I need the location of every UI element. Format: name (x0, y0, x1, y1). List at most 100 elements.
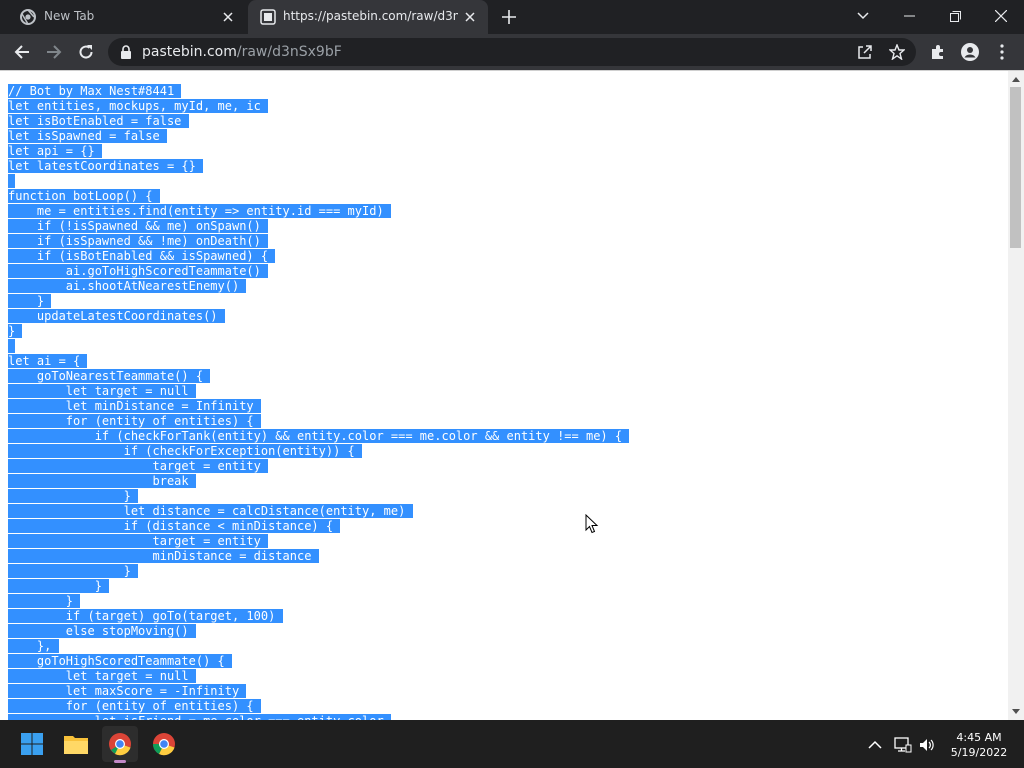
code-line: } (8, 324, 629, 339)
close-window-button[interactable] (978, 0, 1024, 32)
code-line-text: } (8, 579, 110, 593)
code-line: for (entity of entities) { (8, 699, 629, 714)
close-icon (995, 10, 1007, 22)
code-line-text: let entities, mockups, myId, me, ic (8, 99, 269, 113)
url-text: pastebin.com/raw/d3nSx9bF (142, 44, 342, 60)
browser-toolbar: pastebin.com/raw/d3nSx9bF (0, 34, 1024, 70)
code-line: let api = {} (8, 144, 629, 159)
code-line: } (8, 579, 629, 594)
code-line-text: if (checkForTank(entity) && entity.color… (8, 429, 630, 443)
reload-icon (79, 45, 93, 59)
arrow-left-icon (14, 45, 29, 59)
code-line: } (8, 594, 629, 609)
code-line-text: let target = null (8, 669, 196, 683)
code-line-text: let target = null (8, 384, 196, 398)
forward-button[interactable] (40, 38, 68, 66)
code-line-text: ai.goToHighScoredTeammate() (8, 264, 269, 278)
tab-strip: New Tab https://pastebin.com/raw/d3nSx9b… (0, 0, 1024, 34)
tab-pastebin[interactable]: https://pastebin.com/raw/d3nSx9bF (248, 0, 488, 34)
windows-start-icon (21, 733, 43, 755)
code-line-text: let minDistance = Infinity (8, 399, 261, 413)
tab-title: https://pastebin.com/raw/d3nSx9bF (283, 9, 458, 23)
code-line: ai.goToHighScoredTeammate() (8, 264, 629, 279)
page-icon (260, 9, 276, 25)
page-content[interactable]: // Bot by Max Nest#8441 let entities, mo… (0, 71, 1008, 720)
back-button[interactable] (8, 38, 36, 66)
start-button[interactable] (14, 726, 50, 762)
reload-button[interactable] (72, 38, 100, 66)
code-line: break (8, 474, 629, 489)
code-line: } (8, 489, 629, 504)
code-line-text: ai.shootAtNearestEnemy() (8, 279, 247, 293)
system-clock[interactable]: 4:45 AM 5/19/2022 (946, 730, 1012, 760)
code-line-text: function botLoop() { (8, 189, 160, 203)
lock-icon[interactable] (120, 45, 132, 59)
code-line: // Bot by Max Nest#8441 (8, 84, 629, 99)
tab-new-tab[interactable]: New Tab (0, 0, 248, 34)
code-line: if (target) goTo(target, 100) (8, 609, 629, 624)
code-block[interactable]: // Bot by Max Nest#8441 let entities, mo… (8, 84, 630, 720)
chevron-down-icon (857, 12, 869, 20)
chrome-icon (152, 733, 175, 756)
code-line: updateLatestCoordinates() (8, 309, 629, 324)
chevron-up-icon[interactable] (866, 736, 884, 754)
close-tab-icon[interactable] (218, 7, 238, 27)
code-line-text: } (8, 564, 139, 578)
profile-button[interactable] (956, 38, 984, 66)
url-host: pastebin.com (142, 44, 237, 60)
new-tab-button[interactable] (498, 6, 520, 28)
vertical-scrollbar[interactable] (1008, 71, 1024, 720)
code-line-text: minDistance = distance (8, 549, 319, 563)
code-line: let entities, mockups, myId, me, ic (8, 99, 629, 114)
bookmark-star-icon[interactable] (889, 44, 905, 60)
clock-date: 5/19/2022 (950, 746, 1008, 759)
code-line-text: for (entity of entities) { (8, 699, 261, 713)
close-tab-icon[interactable] (460, 7, 480, 27)
file-explorer-button[interactable] (58, 726, 94, 762)
code-line: goToHighScoredTeammate() { (8, 654, 629, 669)
plus-icon (502, 10, 516, 24)
network-icon[interactable] (894, 736, 912, 754)
minimize-icon (903, 15, 915, 17)
volume-icon[interactable] (918, 736, 936, 754)
code-line-text: if (isBotEnabled && isSpawned) { (8, 249, 276, 263)
code-line: } (8, 294, 629, 309)
code-line-text: goToHighScoredTeammate() { (8, 654, 232, 668)
code-line: minDistance = distance (8, 549, 629, 564)
code-line-text: let maxScore = -Infinity (8, 684, 247, 698)
code-line: if (checkForException(entity)) { (8, 444, 629, 459)
code-line-text: if (checkForException(entity)) { (8, 444, 363, 458)
code-line: let minDistance = Infinity (8, 399, 629, 414)
code-line (8, 339, 629, 354)
scroll-up-icon[interactable] (1011, 75, 1021, 85)
code-line: let distance = calcDistance(entity, me) (8, 504, 629, 519)
scroll-down-icon[interactable] (1011, 706, 1021, 716)
share-icon[interactable] (857, 44, 873, 60)
code-line-text: let isSpawned = false (8, 129, 167, 143)
menu-button[interactable] (988, 38, 1016, 66)
code-line: }, (8, 639, 629, 654)
scrollbar-thumb[interactable] (1010, 87, 1021, 248)
restore-icon (949, 10, 961, 22)
restore-button[interactable] (932, 0, 978, 32)
code-line: } (8, 564, 629, 579)
code-line-text: } (8, 489, 139, 503)
chrome-icon (109, 733, 131, 756)
chrome-taskbar-button-1[interactable] (102, 726, 138, 763)
more-vertical-icon (1000, 44, 1004, 60)
file-explorer-icon (64, 736, 88, 754)
code-line-text: let distance = calcDistance(entity, me) (8, 504, 413, 518)
code-line-text: updateLatestCoordinates() (8, 309, 225, 323)
chrome-taskbar-button-2[interactable] (146, 726, 182, 762)
code-line: function botLoop() { (8, 189, 629, 204)
extensions-button[interactable] (924, 38, 952, 66)
address-bar[interactable]: pastebin.com/raw/d3nSx9bF (108, 38, 916, 66)
tab-search-button[interactable] (840, 0, 886, 32)
code-line-text: if (distance < minDistance) { (8, 519, 341, 533)
code-line-text: target = entity (8, 459, 269, 473)
code-line-text: }, (8, 639, 59, 653)
code-line-text: if (isSpawned && !me) onDeath() (8, 234, 269, 248)
minimize-button[interactable] (886, 0, 932, 32)
active-app-indicator (114, 760, 126, 763)
code-line: let isSpawned = false (8, 129, 629, 144)
